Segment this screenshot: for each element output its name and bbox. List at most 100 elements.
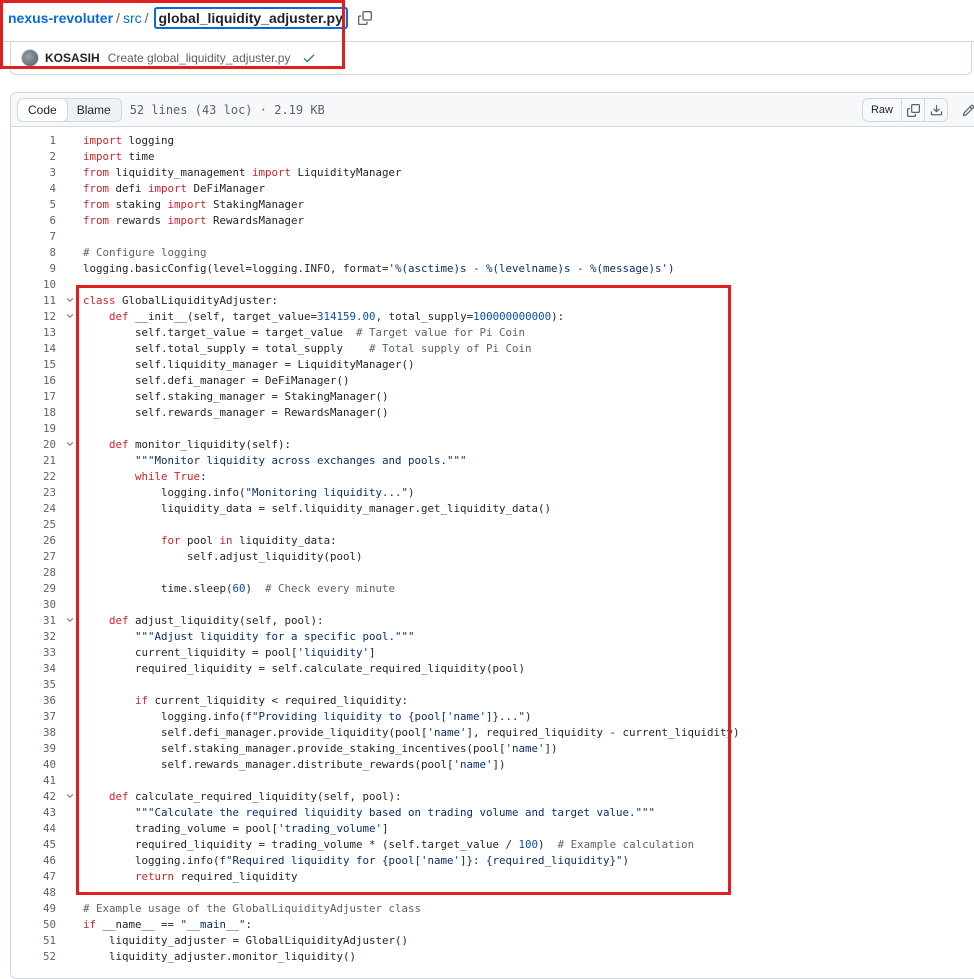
edit-button[interactable] xyxy=(956,98,974,122)
line-number[interactable]: 31 xyxy=(11,614,56,627)
line-number[interactable]: 20 xyxy=(11,438,56,451)
code-text: liquidity_adjuster = GlobalLiquidityAdju… xyxy=(83,934,408,947)
line-number[interactable]: 12 xyxy=(11,310,56,323)
line-number[interactable]: 49 xyxy=(11,902,56,915)
line-number[interactable]: 47 xyxy=(11,870,56,883)
breadcrumb: nexus-revoluter / src / global_liquidity… xyxy=(8,7,373,29)
file-actions: Raw xyxy=(862,98,974,122)
line-number[interactable]: 13 xyxy=(11,326,56,339)
code-line: 32 """Adjust liquidity for a specific po… xyxy=(11,628,974,644)
line-number[interactable]: 44 xyxy=(11,822,56,835)
line-number[interactable]: 28 xyxy=(11,566,56,579)
line-number[interactable]: 39 xyxy=(11,742,56,755)
code-text: class GlobalLiquidityAdjuster: xyxy=(83,294,278,307)
chevron-down-icon[interactable] xyxy=(56,311,83,321)
code-line: 48 xyxy=(11,884,974,900)
line-number[interactable]: 8 xyxy=(11,246,56,259)
line-number[interactable]: 23 xyxy=(11,486,56,499)
code-text: import logging xyxy=(83,134,174,147)
line-number[interactable]: 3 xyxy=(11,166,56,179)
line-number[interactable]: 14 xyxy=(11,342,56,355)
code-text: for pool in liquidity_data: xyxy=(83,534,337,547)
commit-author[interactable]: KOSASIH xyxy=(45,51,100,65)
code-line: 42 def calculate_required_liquidity(self… xyxy=(11,788,974,804)
chevron-down-icon[interactable] xyxy=(56,295,83,305)
line-number[interactable]: 37 xyxy=(11,710,56,723)
code-line: 18 self.rewards_manager = RewardsManager… xyxy=(11,404,974,420)
line-number[interactable]: 11 xyxy=(11,294,56,307)
line-number[interactable]: 19 xyxy=(11,422,56,435)
line-number[interactable]: 40 xyxy=(11,758,56,771)
line-number[interactable]: 38 xyxy=(11,726,56,739)
line-number[interactable]: 1 xyxy=(11,134,56,147)
code-text: def __init__(self, target_value=314159.0… xyxy=(83,310,564,323)
line-number[interactable]: 4 xyxy=(11,182,56,195)
chevron-down-icon[interactable] xyxy=(56,791,83,801)
code-text: logging.info(f"Required liquidity for {p… xyxy=(83,854,629,867)
avatar[interactable] xyxy=(21,49,39,67)
code-text: import time xyxy=(83,150,155,163)
commit-message[interactable]: Create global_liquidity_adjuster.py xyxy=(108,51,291,65)
code-text: # Example usage of the GlobalLiquidityAd… xyxy=(83,902,421,915)
line-number[interactable]: 18 xyxy=(11,406,56,419)
breadcrumb-separator: / xyxy=(116,10,120,26)
line-number[interactable]: 43 xyxy=(11,806,56,819)
code-text: from liquidity_management import Liquidi… xyxy=(83,166,402,179)
code-line: 12 def __init__(self, target_value=31415… xyxy=(11,308,974,324)
breadcrumb-file-name: global_liquidity_adjuster.py xyxy=(154,7,348,29)
tab-code[interactable]: Code xyxy=(17,98,68,122)
tab-blame[interactable]: Blame xyxy=(67,99,121,121)
breadcrumb-repo-link[interactable]: nexus-revoluter xyxy=(8,10,113,26)
chevron-down-icon[interactable] xyxy=(56,439,83,449)
code-text: """Adjust liquidity for a specific pool.… xyxy=(83,630,415,643)
code-line: 52 liquidity_adjuster.monitor_liquidity(… xyxy=(11,948,974,964)
line-number[interactable]: 22 xyxy=(11,470,56,483)
line-number[interactable]: 41 xyxy=(11,774,56,787)
line-number[interactable]: 24 xyxy=(11,502,56,515)
download-button[interactable] xyxy=(925,98,948,122)
line-number[interactable]: 5 xyxy=(11,198,56,211)
line-number[interactable]: 45 xyxy=(11,838,56,851)
line-number[interactable]: 9 xyxy=(11,262,56,275)
code-text: logging.basicConfig(level=logging.INFO, … xyxy=(83,262,675,275)
raw-button[interactable]: Raw xyxy=(862,98,902,122)
line-number[interactable]: 2 xyxy=(11,150,56,163)
line-number[interactable]: 15 xyxy=(11,358,56,371)
file-header: Code Blame 52 lines (43 loc) · 2.19 KB R… xyxy=(11,93,974,127)
line-number[interactable]: 52 xyxy=(11,950,56,963)
line-number[interactable]: 29 xyxy=(11,582,56,595)
line-number[interactable]: 25 xyxy=(11,518,56,531)
line-number[interactable]: 51 xyxy=(11,934,56,947)
copy-icon[interactable] xyxy=(357,10,373,26)
code-text: # Configure logging xyxy=(83,246,207,259)
line-number[interactable]: 50 xyxy=(11,918,56,931)
line-number[interactable]: 6 xyxy=(11,214,56,227)
code-text: logging.info(f"Providing liquidity to {p… xyxy=(83,710,532,723)
line-number[interactable]: 34 xyxy=(11,662,56,675)
breadcrumb-dir-link[interactable]: src xyxy=(123,10,142,26)
line-number[interactable]: 30 xyxy=(11,598,56,611)
line-number[interactable]: 46 xyxy=(11,854,56,867)
line-number[interactable]: 42 xyxy=(11,790,56,803)
code-line: 41 xyxy=(11,772,974,788)
line-number[interactable]: 21 xyxy=(11,454,56,467)
code-text: self.liquidity_manager = LiquidityManage… xyxy=(83,358,415,371)
line-number[interactable]: 32 xyxy=(11,630,56,643)
line-number[interactable]: 33 xyxy=(11,646,56,659)
code-text: self.total_supply = total_supply # Total… xyxy=(83,342,532,355)
line-number[interactable]: 27 xyxy=(11,550,56,563)
line-number[interactable]: 35 xyxy=(11,678,56,691)
line-number[interactable]: 17 xyxy=(11,390,56,403)
copy-icon xyxy=(907,104,920,117)
code-view: 1 import logging 2 import time 3 from liquidi… xyxy=(11,132,974,964)
line-number[interactable]: 36 xyxy=(11,694,56,707)
code-line: 44 trading_volume = pool['trading_volume… xyxy=(11,820,974,836)
line-number[interactable]: 10 xyxy=(11,278,56,291)
line-number[interactable]: 16 xyxy=(11,374,56,387)
line-number[interactable]: 26 xyxy=(11,534,56,547)
line-number[interactable]: 48 xyxy=(11,886,56,899)
line-number[interactable]: 7 xyxy=(11,230,56,243)
code-line: 10 xyxy=(11,276,974,292)
chevron-down-icon[interactable] xyxy=(56,615,83,625)
copy-raw-button[interactable] xyxy=(902,98,925,122)
